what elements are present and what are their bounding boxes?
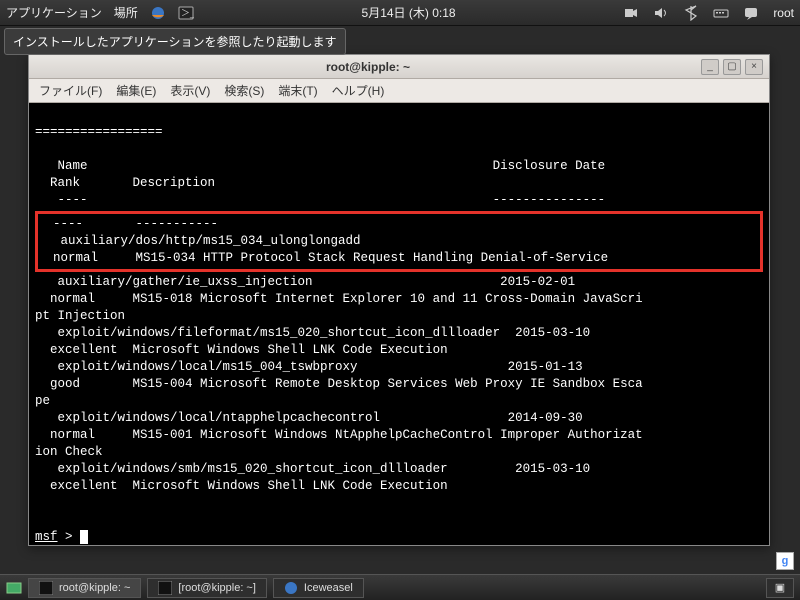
close-button[interactable]: × (745, 59, 763, 75)
volume-icon[interactable] (653, 5, 669, 21)
prompt-sep: > (58, 530, 81, 544)
term-header-name: Name Disclosure Date (35, 159, 605, 173)
cursor (80, 530, 88, 544)
terminal-window: root@kipple: ~ _ ▢ × ファイル(F) 編集(E) 表示(V)… (28, 54, 770, 546)
show-desktop-icon[interactable] (6, 580, 22, 596)
term-line: excellent Microsoft Windows Shell LNK Co… (35, 479, 448, 493)
term-line: pt Injection (35, 309, 125, 323)
menu-view[interactable]: 表示(V) (170, 82, 210, 99)
hl-module-desc: normal MS15-034 HTTP Protocol Stack Requ… (38, 251, 608, 265)
menu-file[interactable]: ファイル(F) (39, 82, 102, 99)
taskbar-launcher[interactable]: ▣ (766, 578, 794, 598)
term-line: normal MS15-001 Microsoft Windows NtApph… (35, 428, 643, 442)
top-bar: アプリケーション 場所 ＞_ 5月14日 (木) 0:18 root (0, 0, 800, 26)
term-dash2: ---- ----------- (38, 217, 218, 231)
terminal-launcher-icon[interactable]: ＞_ (178, 5, 194, 21)
terminal-content[interactable]: ================= Name Disclosure Date R… (29, 103, 769, 545)
term-header-rank: Rank Description (35, 176, 215, 190)
bluetooth-icon[interactable] (683, 5, 699, 21)
launcher-icon: ▣ (775, 581, 785, 594)
taskbar-item-iceweasel[interactable]: Iceweasel (273, 578, 364, 598)
menu-help[interactable]: ヘルプ(H) (332, 82, 385, 99)
term-line: pe (35, 394, 50, 408)
menu-search[interactable]: 検索(S) (224, 82, 264, 99)
menu-edit[interactable]: 編集(E) (116, 82, 156, 99)
maximize-button[interactable]: ▢ (723, 59, 741, 75)
clock[interactable]: 5月14日 (木) 0:18 (194, 4, 624, 21)
google-badge-icon[interactable]: g (776, 552, 794, 570)
svg-text:＞_: ＞_ (181, 8, 194, 18)
taskbar-item-terminal[interactable]: root@kipple: ~ (28, 578, 141, 598)
term-divider: ================= (35, 125, 163, 139)
taskbar-item-label: Iceweasel (304, 582, 353, 594)
notification-icon[interactable] (743, 5, 759, 21)
video-icon[interactable] (623, 5, 639, 21)
places-menu[interactable]: 場所 (114, 4, 138, 21)
term-line: ion Check (35, 445, 103, 459)
window-title: root@kipple: ~ (35, 60, 701, 74)
term-line: excellent Microsoft Windows Shell LNK Co… (35, 343, 448, 357)
iceweasel-icon (284, 581, 298, 595)
highlighted-result: ---- ----------- auxiliary/dos/http/ms15… (35, 211, 763, 272)
minimize-button[interactable]: _ (701, 59, 719, 75)
taskbar-item-terminal2[interactable]: [root@kipple: ~] (147, 578, 267, 598)
term-line: exploit/windows/smb/ms15_020_shortcut_ic… (35, 462, 590, 476)
taskbar-item-label: root@kipple: ~ (59, 582, 130, 594)
terminal-icon (39, 581, 53, 595)
taskbar-item-label: [root@kipple: ~] (178, 582, 256, 594)
term-line: good MS15-004 Microsoft Remote Desktop S… (35, 377, 643, 391)
applications-tooltip: インストールしたアプリケーションを参照したり起動します (4, 28, 346, 55)
term-line: exploit/windows/fileformat/ms15_020_shor… (35, 326, 590, 340)
keyboard-indicator-icon[interactable] (713, 5, 729, 21)
iceweasel-launcher-icon[interactable] (150, 5, 166, 21)
msf-prompt: msf (35, 530, 58, 544)
task-bar: root@kipple: ~ [root@kipple: ~] Icewease… (0, 574, 800, 600)
term-dash1: ---- --------------- (35, 193, 605, 207)
menubar: ファイル(F) 編集(E) 表示(V) 検索(S) 端末(T) ヘルプ(H) (29, 79, 769, 103)
user-menu[interactable]: root (773, 6, 794, 20)
term-line: exploit/windows/local/ms15_004_tswbproxy… (35, 360, 583, 374)
applications-menu[interactable]: アプリケーション (6, 4, 102, 21)
window-titlebar[interactable]: root@kipple: ~ _ ▢ × (29, 55, 769, 79)
term-line: normal MS15-018 Microsoft Internet Explo… (35, 292, 643, 306)
hl-module-path: auxiliary/dos/http/ms15_034_ulonglongadd (38, 234, 361, 248)
term-line: auxiliary/gather/ie_uxss_injection 2015-… (35, 275, 575, 289)
term-line: exploit/windows/local/ntapphelpcachecont… (35, 411, 583, 425)
menu-terminal[interactable]: 端末(T) (278, 82, 317, 99)
terminal-icon (158, 581, 172, 595)
